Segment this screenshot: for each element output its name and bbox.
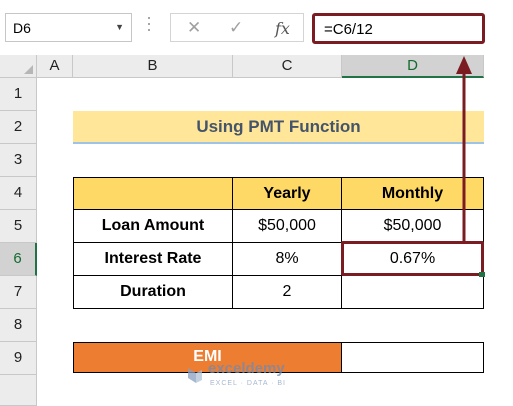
watermark-tagline: EXCEL · DATA · BI <box>210 380 286 387</box>
exceldemy-watermark: exceldemy EXCEL · DATA · BI <box>184 360 344 400</box>
annotation-arrow <box>456 56 485 277</box>
exceldemy-logo-icon <box>188 368 202 383</box>
watermark-name: exceldemy <box>208 360 285 377</box>
